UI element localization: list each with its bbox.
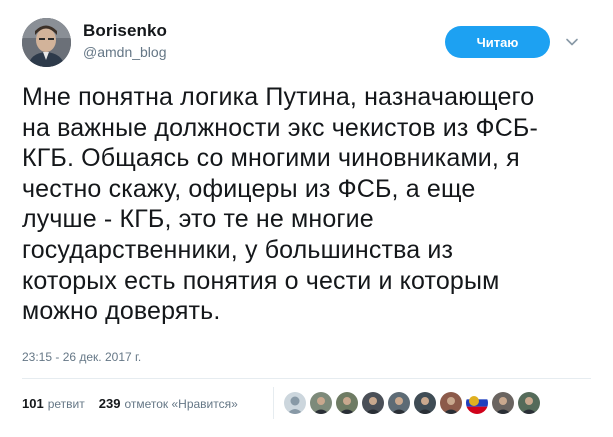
user-avatar-icon (492, 392, 514, 414)
retweets-count[interactable]: 101 (22, 396, 44, 411)
likes-count[interactable]: 239 (99, 396, 121, 411)
liker-avatar[interactable] (491, 391, 515, 415)
stats-divider-top (22, 378, 591, 379)
user-avatar-icon (336, 392, 358, 414)
tweet-timestamp[interactable]: 23:15 - 26 дек. 2017 г. (22, 350, 141, 364)
tweet-text-line: Мне понятна логика Путина, назначающего (22, 83, 535, 111)
profile-avatar[interactable] (22, 18, 71, 67)
liker-avatar[interactable] (413, 391, 437, 415)
tweet-text-line: можно доверять. (22, 297, 221, 326)
user-avatar-icon (388, 392, 410, 414)
tweet-text-line: КГБ. Общаясь со многими чиновниками, я (22, 144, 520, 173)
liker-avatar[interactable] (387, 391, 411, 415)
following-button[interactable]: Читаю (446, 27, 549, 57)
chevron-down-icon[interactable] (565, 35, 579, 49)
liker-avatar[interactable] (309, 391, 333, 415)
liker-avatar[interactable] (439, 391, 463, 415)
liker-avatar[interactable] (335, 391, 359, 415)
screen-name[interactable]: @amdn_blog (83, 44, 167, 60)
liker-avatar[interactable] (283, 391, 307, 415)
profile-photo-icon (22, 18, 71, 67)
likes-label[interactable]: отметок «Нравится» (124, 397, 237, 411)
liker-avatar[interactable] (465, 391, 489, 415)
retweets-label[interactable]: ретвит (48, 397, 85, 411)
stats-separator (273, 387, 274, 419)
tweet-text-line: которых есть понятия о чести и которым (22, 266, 500, 295)
tweet-text-line: лучше - КГБ, это те не многие (22, 205, 374, 234)
likers-avatars (283, 391, 543, 415)
tweet-text-line: честно скажу, офицеры из ФСБ, а еще (22, 174, 476, 203)
flag-avatar-icon (466, 392, 488, 414)
user-avatar-icon (518, 392, 540, 414)
default-avatar-icon (284, 392, 306, 414)
tweet-text-line: государственники, у большинства из (22, 235, 454, 264)
user-avatar-icon (414, 392, 436, 414)
tweet-stats: 101 ретвит 239 отметок «Нравится» (22, 396, 238, 411)
liker-avatar[interactable] (517, 391, 541, 415)
user-avatar-icon (310, 392, 332, 414)
liker-avatar[interactable] (361, 391, 385, 415)
tweet-text-line: на важные должности экс чекистов из ФСБ- (22, 113, 538, 142)
tweet-text: Мне понятна логика Путина, назначающего … (22, 82, 597, 327)
display-name[interactable]: Borisenko (83, 21, 167, 41)
user-avatar-icon (362, 392, 384, 414)
user-avatar-icon (440, 392, 462, 414)
